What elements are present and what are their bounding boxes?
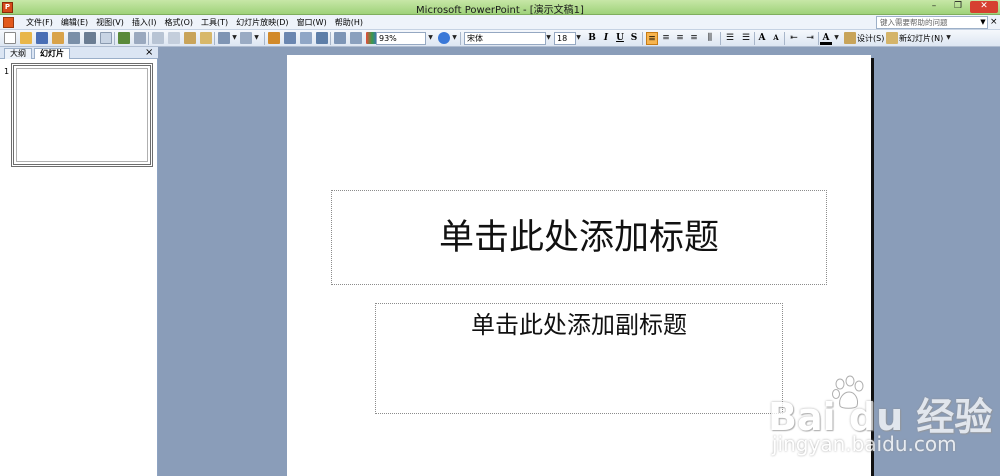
menu-tools[interactable]: 工具(T) xyxy=(197,17,232,28)
toolbar-separator xyxy=(214,32,215,45)
restore-button[interactable]: ❐ xyxy=(946,1,970,13)
help-search-input[interactable]: 键入需要帮助的问题 xyxy=(876,16,988,29)
text-direction-icon[interactable]: ⫼ xyxy=(704,32,716,45)
zoom-select[interactable]: 93% xyxy=(376,32,426,45)
design-button[interactable]: 设计(S) xyxy=(857,33,884,44)
menu-bar: 文件(F) 编辑(E) 视图(V) 插入(I) 格式(O) 工具(T) 幻灯片放… xyxy=(0,15,1000,30)
design-icon[interactable] xyxy=(844,32,856,44)
decrease-indent-button[interactable]: ⇤ xyxy=(788,32,800,45)
minimize-button[interactable]: – xyxy=(922,1,946,13)
title-bar: P Microsoft PowerPoint - [演示文稿1] – ❐ ✕ xyxy=(0,0,1000,16)
title-placeholder[interactable]: 单击此处添加标题 xyxy=(331,190,827,285)
print-preview-icon[interactable] xyxy=(100,32,112,44)
new-slide-button[interactable]: 新幻灯片(N) xyxy=(899,33,943,44)
justify-button[interactable]: ≡ xyxy=(688,32,700,45)
font-size-select[interactable]: 18 xyxy=(554,32,576,45)
increase-indent-button[interactable]: ⇥ xyxy=(804,32,816,45)
open-folder-icon[interactable] xyxy=(20,32,32,44)
save-icon[interactable] xyxy=(36,32,48,44)
research-icon[interactable] xyxy=(134,32,146,44)
pane-tabs: 大纲 幻灯片 × xyxy=(0,47,158,59)
subtitle-placeholder[interactable]: 单击此处添加副标题 xyxy=(375,303,783,414)
toolbar-separator xyxy=(754,32,755,45)
undo-dropdown-icon[interactable]: ▼ xyxy=(230,32,239,45)
font-name-dropdown-icon[interactable]: ▼ xyxy=(544,32,553,45)
toolbar-overflow-icon[interactable]: ▼ xyxy=(944,32,953,45)
format-painter-icon[interactable] xyxy=(200,32,212,44)
toolbar-separator xyxy=(460,32,461,45)
insert-chart-icon[interactable] xyxy=(268,32,280,44)
menu-slideshow[interactable]: 幻灯片放映(D) xyxy=(232,17,292,28)
toolbar-separator xyxy=(818,32,819,45)
underline-button[interactable]: U xyxy=(614,32,626,45)
email-icon[interactable] xyxy=(68,32,80,44)
font-color-dropdown-icon[interactable]: ▼ xyxy=(832,32,841,45)
permission-icon[interactable] xyxy=(52,32,64,44)
insert-table-icon[interactable] xyxy=(284,32,296,44)
decrease-font-button[interactable]: A xyxy=(770,32,782,45)
toolbar-separator xyxy=(148,32,149,45)
undo-icon[interactable] xyxy=(218,32,230,44)
font-size-dropdown-icon[interactable]: ▼ xyxy=(574,32,583,45)
print-icon[interactable] xyxy=(84,32,96,44)
watermark-url: jingyan.baidu.com xyxy=(772,432,957,456)
show-formatting-icon[interactable] xyxy=(350,32,362,44)
cut-icon[interactable] xyxy=(152,32,164,44)
align-left-button[interactable]: ≡ xyxy=(646,32,658,45)
tables-borders-icon[interactable] xyxy=(300,32,312,44)
tab-outline[interactable]: 大纲 xyxy=(4,48,32,59)
slides-pane: 大纲 幻灯片 × 1 xyxy=(0,47,158,476)
text-shadow-button[interactable]: S xyxy=(628,32,640,45)
font-name-select[interactable]: 宋体 xyxy=(464,32,546,45)
menu-edit[interactable]: 编辑(E) xyxy=(57,17,92,28)
bullets-button[interactable]: ☰ xyxy=(740,32,752,45)
menu-items: 文件(F) 编辑(E) 视图(V) 插入(I) 格式(O) 工具(T) 幻灯片放… xyxy=(22,17,367,28)
chevron-down-icon[interactable]: ▼ xyxy=(978,16,988,29)
align-center-button[interactable]: ≡ xyxy=(660,32,672,45)
menu-window[interactable]: 窗口(W) xyxy=(293,17,331,28)
copy-icon[interactable] xyxy=(168,32,180,44)
close-icon[interactable]: × xyxy=(145,47,153,58)
new-slide-icon[interactable] xyxy=(886,32,898,44)
menu-view[interactable]: 视图(V) xyxy=(92,17,128,28)
toolbar-separator xyxy=(264,32,265,45)
expand-all-icon[interactable] xyxy=(334,32,346,44)
italic-button[interactable]: I xyxy=(600,32,612,45)
menu-insert[interactable]: 插入(I) xyxy=(128,17,161,28)
align-right-button[interactable]: ≡ xyxy=(674,32,686,45)
help-icon[interactable] xyxy=(438,32,450,44)
toolbar-separator xyxy=(784,32,785,45)
spelling-icon[interactable] xyxy=(118,32,130,44)
toolbar: ▼ ▼ 93% ▼ ▼ 宋体 ▼ 18 ▼ B I U S ≡ ≡ ≡ ≡ ⫼ … xyxy=(0,30,1000,47)
redo-icon[interactable] xyxy=(240,32,252,44)
bold-button[interactable]: B xyxy=(586,32,598,45)
tab-slides[interactable]: 幻灯片 xyxy=(34,48,70,59)
insert-picture-icon[interactable] xyxy=(316,32,328,44)
baidu-watermark: Bai du 经验 jingyan.baidu.com xyxy=(768,375,998,472)
increase-font-button[interactable]: A xyxy=(756,32,768,45)
font-color-button[interactable]: A xyxy=(820,32,832,45)
new-document-icon[interactable] xyxy=(4,32,16,44)
toolbar-separator xyxy=(114,32,115,45)
slide-thumbnail[interactable] xyxy=(11,63,153,167)
menu-file[interactable]: 文件(F) xyxy=(22,17,57,28)
toolbar-options-icon[interactable]: ▼ xyxy=(450,32,459,45)
document-icon[interactable] xyxy=(3,17,14,28)
slide-number: 1 xyxy=(4,67,10,76)
toolbar-separator xyxy=(720,32,721,45)
window-title: Microsoft PowerPoint - [演示文稿1] xyxy=(416,5,584,16)
document-close-button[interactable]: × xyxy=(990,16,998,28)
menu-format[interactable]: 格式(O) xyxy=(160,17,197,28)
toolbar-separator xyxy=(330,32,331,45)
paste-icon[interactable] xyxy=(184,32,196,44)
toolbar-separator xyxy=(642,32,643,45)
redo-dropdown-icon[interactable]: ▼ xyxy=(252,32,261,45)
zoom-dropdown-icon[interactable]: ▼ xyxy=(426,32,435,45)
numbering-button[interactable]: ☰ xyxy=(724,32,736,45)
close-button[interactable]: ✕ xyxy=(970,1,998,13)
slide-thumbnail-preview xyxy=(16,68,148,162)
menu-help[interactable]: 帮助(H) xyxy=(331,17,367,28)
